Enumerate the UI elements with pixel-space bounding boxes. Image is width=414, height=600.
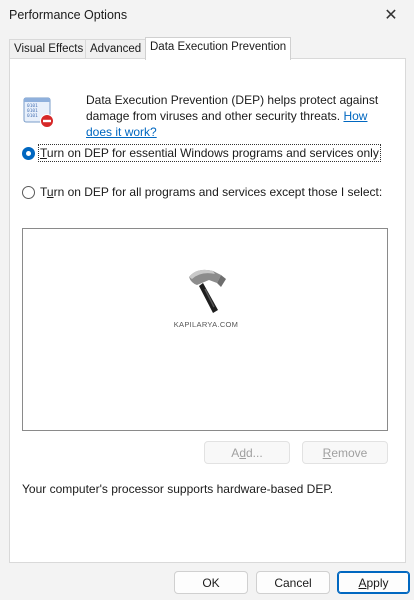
tab-advanced[interactable]: Advanced — [85, 39, 147, 59]
dep-shield-icon: 0101 0101 0101 — [23, 97, 54, 128]
radio-button-checked[interactable] — [22, 146, 35, 160]
add-button[interactable]: Ad d... — [204, 441, 290, 464]
tab-label: Data Execution Prevention — [150, 41, 287, 53]
close-icon: ✕ — [384, 7, 398, 24]
radio-essential-only[interactable]: Turn on DEP for essential Windows progra… — [22, 144, 381, 162]
tab-label: Advanced — [90, 43, 142, 55]
label-text: urn on DEP for essential Windows program… — [46, 146, 379, 160]
label-text: OK — [202, 575, 220, 590]
close-button[interactable]: ✕ — [368, 0, 414, 30]
access-key: d — [239, 445, 246, 460]
label-text: rn on DEP for all programs and services … — [53, 185, 383, 199]
access-key: R — [322, 445, 332, 460]
hammer-icon — [189, 269, 226, 313]
label-text: A — [231, 445, 240, 460]
svg-text:0101: 0101 — [27, 113, 38, 119]
description-text: Data Execution Prevention (DEP) helps pr… — [86, 93, 379, 123]
label-text: d... — [246, 445, 263, 460]
radio-label-essential[interactable]: Turn on DEP for essential Windows progra… — [38, 144, 381, 162]
exception-list[interactable]: KAPILARYA.COM — [22, 228, 388, 431]
access-key: T — [40, 146, 47, 160]
radio-all-programs[interactable]: Turn on DEP for all programs and service… — [22, 184, 383, 200]
cancel-button[interactable]: Cancel — [256, 571, 330, 594]
tab-strip: Visual Effects Advanced Data Execution P… — [9, 37, 405, 60]
status-text: Your computer's processor supports hardw… — [22, 482, 334, 496]
title-bar: Performance Options ✕ — [0, 0, 414, 32]
radio-button[interactable] — [22, 185, 35, 199]
window-title: Performance Options — [9, 8, 128, 22]
dep-description: Data Execution Prevention (DEP) helps pr… — [86, 92, 386, 140]
label-text: emove — [331, 445, 368, 460]
label-text: T — [40, 185, 47, 199]
tab-data-execution-prevention[interactable]: Data Execution Prevention — [145, 37, 292, 60]
label-text: pply — [366, 575, 389, 590]
watermark-text: KAPILARYA.COM — [173, 320, 239, 329]
label-text: Cancel — [274, 575, 312, 590]
radio-label-all[interactable]: Turn on DEP for all programs and service… — [39, 184, 383, 200]
remove-button[interactable]: Remove — [302, 441, 388, 464]
ok-button[interactable]: OK — [174, 571, 248, 594]
apply-button[interactable]: Apply — [337, 571, 410, 594]
tab-label: Visual Effects — [14, 43, 84, 55]
access-key: u — [46, 185, 54, 199]
tab-visual-effects[interactable]: Visual Effects — [9, 39, 89, 59]
watermark: KAPILARYA.COM — [171, 265, 241, 329]
access-key: A — [358, 575, 367, 590]
